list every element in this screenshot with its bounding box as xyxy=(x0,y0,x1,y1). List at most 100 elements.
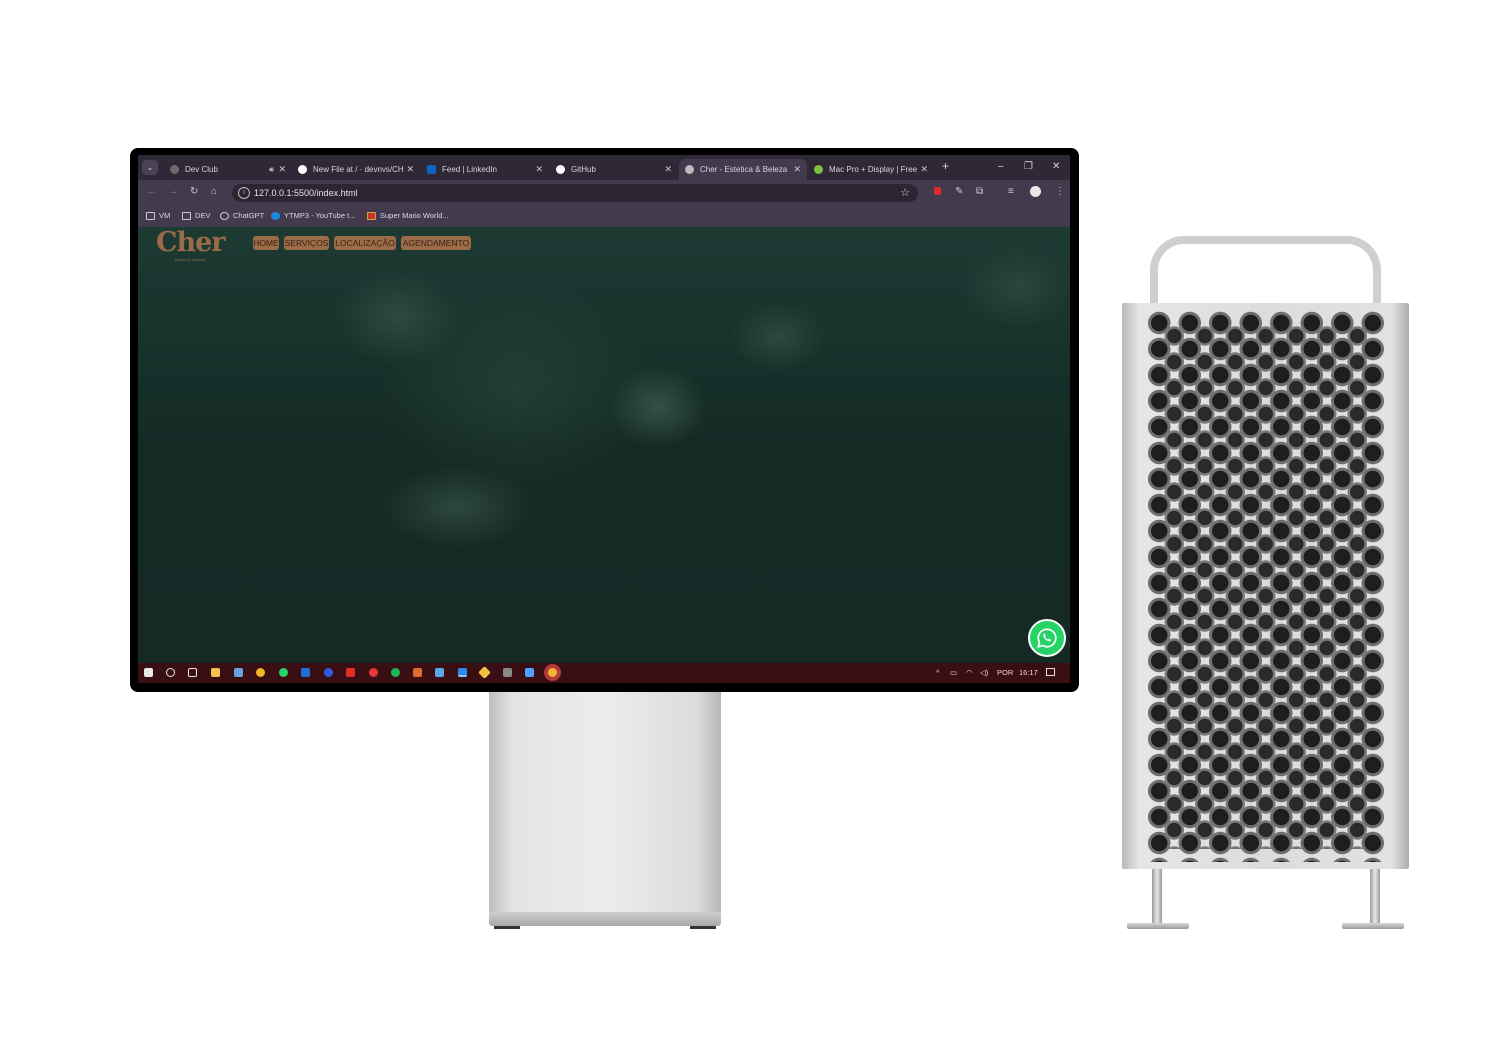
tab-label: GitHub xyxy=(571,165,596,174)
extensions-puzzle-icon[interactable]: ⧉ xyxy=(976,186,983,197)
restore-button[interactable]: ❐ xyxy=(1024,161,1033,172)
site-logo[interactable]: Cher xyxy=(156,227,226,258)
close-tab-icon[interactable]: ✕ xyxy=(406,164,414,175)
reload-icon[interactable]: ↻ xyxy=(190,186,198,197)
tab-search-button[interactable]: ⌄ xyxy=(142,160,158,175)
url-text: 127.0.0.1:5500/index.html xyxy=(254,188,358,198)
folder-icon xyxy=(146,211,155,220)
mac-pro-leg-left xyxy=(1152,869,1162,925)
tray-chevron-icon[interactable]: ^ xyxy=(936,668,940,677)
bookmark-label: YTMP3 - YouTube t... xyxy=(284,211,356,220)
app-icon-3[interactable] xyxy=(369,668,378,677)
close-tab-icon[interactable]: ✕ xyxy=(278,164,286,175)
windows-start-icon[interactable] xyxy=(144,668,153,677)
bookmark-star-icon[interactable]: ☆ xyxy=(900,186,910,199)
ytmp3-icon xyxy=(271,211,280,220)
app-icon-6[interactable] xyxy=(478,666,491,679)
spotify-icon[interactable] xyxy=(391,668,400,677)
media-controls-icon[interactable]: ≡ xyxy=(1008,186,1014,197)
stand-foot-left xyxy=(494,926,520,929)
tab-cher-active[interactable]: Cher - Estetica & Beleza ✕ xyxy=(679,159,807,180)
close-tab-icon[interactable]: ✕ xyxy=(664,164,672,175)
app-icon-2[interactable] xyxy=(324,668,333,677)
battery-icon[interactable]: ▭ xyxy=(950,668,957,677)
app-icon-7[interactable] xyxy=(503,668,512,677)
bookmark-label: ChatGPT xyxy=(233,211,265,220)
tab-github[interactable]: GitHub ✕ xyxy=(550,159,678,180)
tab-label: New File at / · devnvs/CHE xyxy=(313,165,403,174)
eyedropper-icon[interactable]: ✎ xyxy=(955,186,963,197)
wifi-icon[interactable]: ◠ xyxy=(966,668,973,677)
app-icon-4[interactable] xyxy=(413,668,422,677)
close-tab-icon[interactable]: ✕ xyxy=(535,164,543,175)
bookmark-super-mario[interactable]: Super Mario World... xyxy=(367,211,449,220)
mac-pro-foot-right xyxy=(1342,923,1404,929)
menu-kebab-icon[interactable]: ⋮ xyxy=(1055,186,1065,197)
bookmark-chatgpt[interactable]: ChatGPT xyxy=(220,211,264,220)
mac-pro-grille-inner xyxy=(1159,323,1372,849)
tab-github-new-file[interactable]: New File at / · devnvs/CHE ✕ xyxy=(292,159,420,180)
address-bar[interactable]: i 127.0.0.1:5500/index.html ☆ xyxy=(232,184,918,202)
back-arrow-icon[interactable]: ← xyxy=(147,186,157,197)
close-tab-icon[interactable]: ✕ xyxy=(793,164,801,175)
nav-servicos[interactable]: SERVIÇOS xyxy=(284,236,329,250)
cher-website: Cher beleza & estética HOME SERVIÇOS LOC… xyxy=(138,227,1070,663)
volume-icon[interactable]: ◁) xyxy=(980,668,988,677)
github-favicon-icon xyxy=(298,165,307,174)
tab-dev-club[interactable]: Dev Club 🔊︎ ✕ xyxy=(164,159,292,180)
nav-agendamento[interactable]: AGENDAMENTO xyxy=(401,236,471,250)
mockup-favicon-icon xyxy=(814,165,823,174)
tab-label: Mac Pro + Display | Free c xyxy=(829,165,917,174)
tab-linkedin[interactable]: Feed | LinkedIn ✕ xyxy=(421,159,549,180)
task-view-icon[interactable] xyxy=(188,668,197,677)
whatsapp-button[interactable] xyxy=(1028,619,1066,657)
whatsapp-icon xyxy=(1037,628,1057,648)
mac-pro-foot-left xyxy=(1127,923,1189,929)
folder-icon xyxy=(182,211,191,220)
nav-home[interactable]: HOME xyxy=(253,236,279,250)
github-favicon-icon xyxy=(556,165,565,174)
globe-favicon-icon xyxy=(685,165,694,174)
vscode-icon[interactable] xyxy=(458,668,467,677)
browser-tab-bar: ⌄ Dev Club 🔊︎ ✕ New File at / · devnvs/C… xyxy=(138,155,1070,180)
app-icon-5[interactable] xyxy=(435,668,444,677)
mac-pro-leg-right xyxy=(1370,869,1380,925)
outlook-icon[interactable] xyxy=(301,668,310,677)
site-info-icon[interactable]: i xyxy=(238,187,250,199)
windows-taskbar: ^ ▭ ◠ ◁) POR 16:17 xyxy=(138,663,1070,683)
app-icon-1[interactable] xyxy=(234,668,243,677)
language-indicator[interactable]: POR xyxy=(997,668,1013,677)
search-icon[interactable] xyxy=(166,668,175,677)
nav-localizacao[interactable]: LOCALIZAÇÃO xyxy=(334,236,396,250)
home-icon[interactable]: ⌂ xyxy=(211,186,217,197)
bookmark-vm[interactable]: VM xyxy=(146,211,170,220)
display-screen: ⌄ Dev Club 🔊︎ ✕ New File at / · devnvs/C… xyxy=(138,155,1070,683)
new-tab-button[interactable]: + xyxy=(942,159,949,173)
bookmark-dev[interactable]: DEV xyxy=(182,211,210,220)
youtube-icon[interactable] xyxy=(346,668,355,677)
tab-label: Dev Club xyxy=(185,165,218,174)
mario-icon xyxy=(367,211,376,220)
forward-arrow-icon[interactable]: → xyxy=(168,186,178,197)
speaker-icon[interactable]: 🔊︎ xyxy=(269,165,274,175)
dev-club-favicon-icon xyxy=(170,165,179,174)
notifications-icon[interactable] xyxy=(1046,668,1055,676)
close-tab-icon[interactable]: ✕ xyxy=(920,164,928,175)
chatgpt-icon xyxy=(220,211,229,220)
profile-avatar[interactable] xyxy=(1030,186,1041,197)
minimize-button[interactable]: – xyxy=(998,161,1004,172)
close-window-button[interactable]: ✕ xyxy=(1052,161,1060,172)
whatsapp-taskbar-icon[interactable] xyxy=(279,668,288,677)
bookmark-ytmp3[interactable]: YTMP3 - YouTube t... xyxy=(271,211,355,220)
file-explorer-icon[interactable] xyxy=(211,668,220,677)
extension-red-icon[interactable] xyxy=(934,187,941,195)
tab-label: Cher - Estetica & Beleza xyxy=(700,165,788,174)
chrome-active-icon[interactable] xyxy=(548,668,557,677)
display-stand xyxy=(489,692,721,914)
chrome-icon[interactable] xyxy=(256,668,265,677)
tab-label: Feed | LinkedIn xyxy=(442,165,498,174)
clock[interactable]: 16:17 xyxy=(1019,668,1038,677)
app-icon-8[interactable] xyxy=(525,668,534,677)
site-logo-tagline: beleza & estética xyxy=(175,257,206,262)
tab-mac-pro[interactable]: Mac Pro + Display | Free c ✕ xyxy=(808,159,934,180)
